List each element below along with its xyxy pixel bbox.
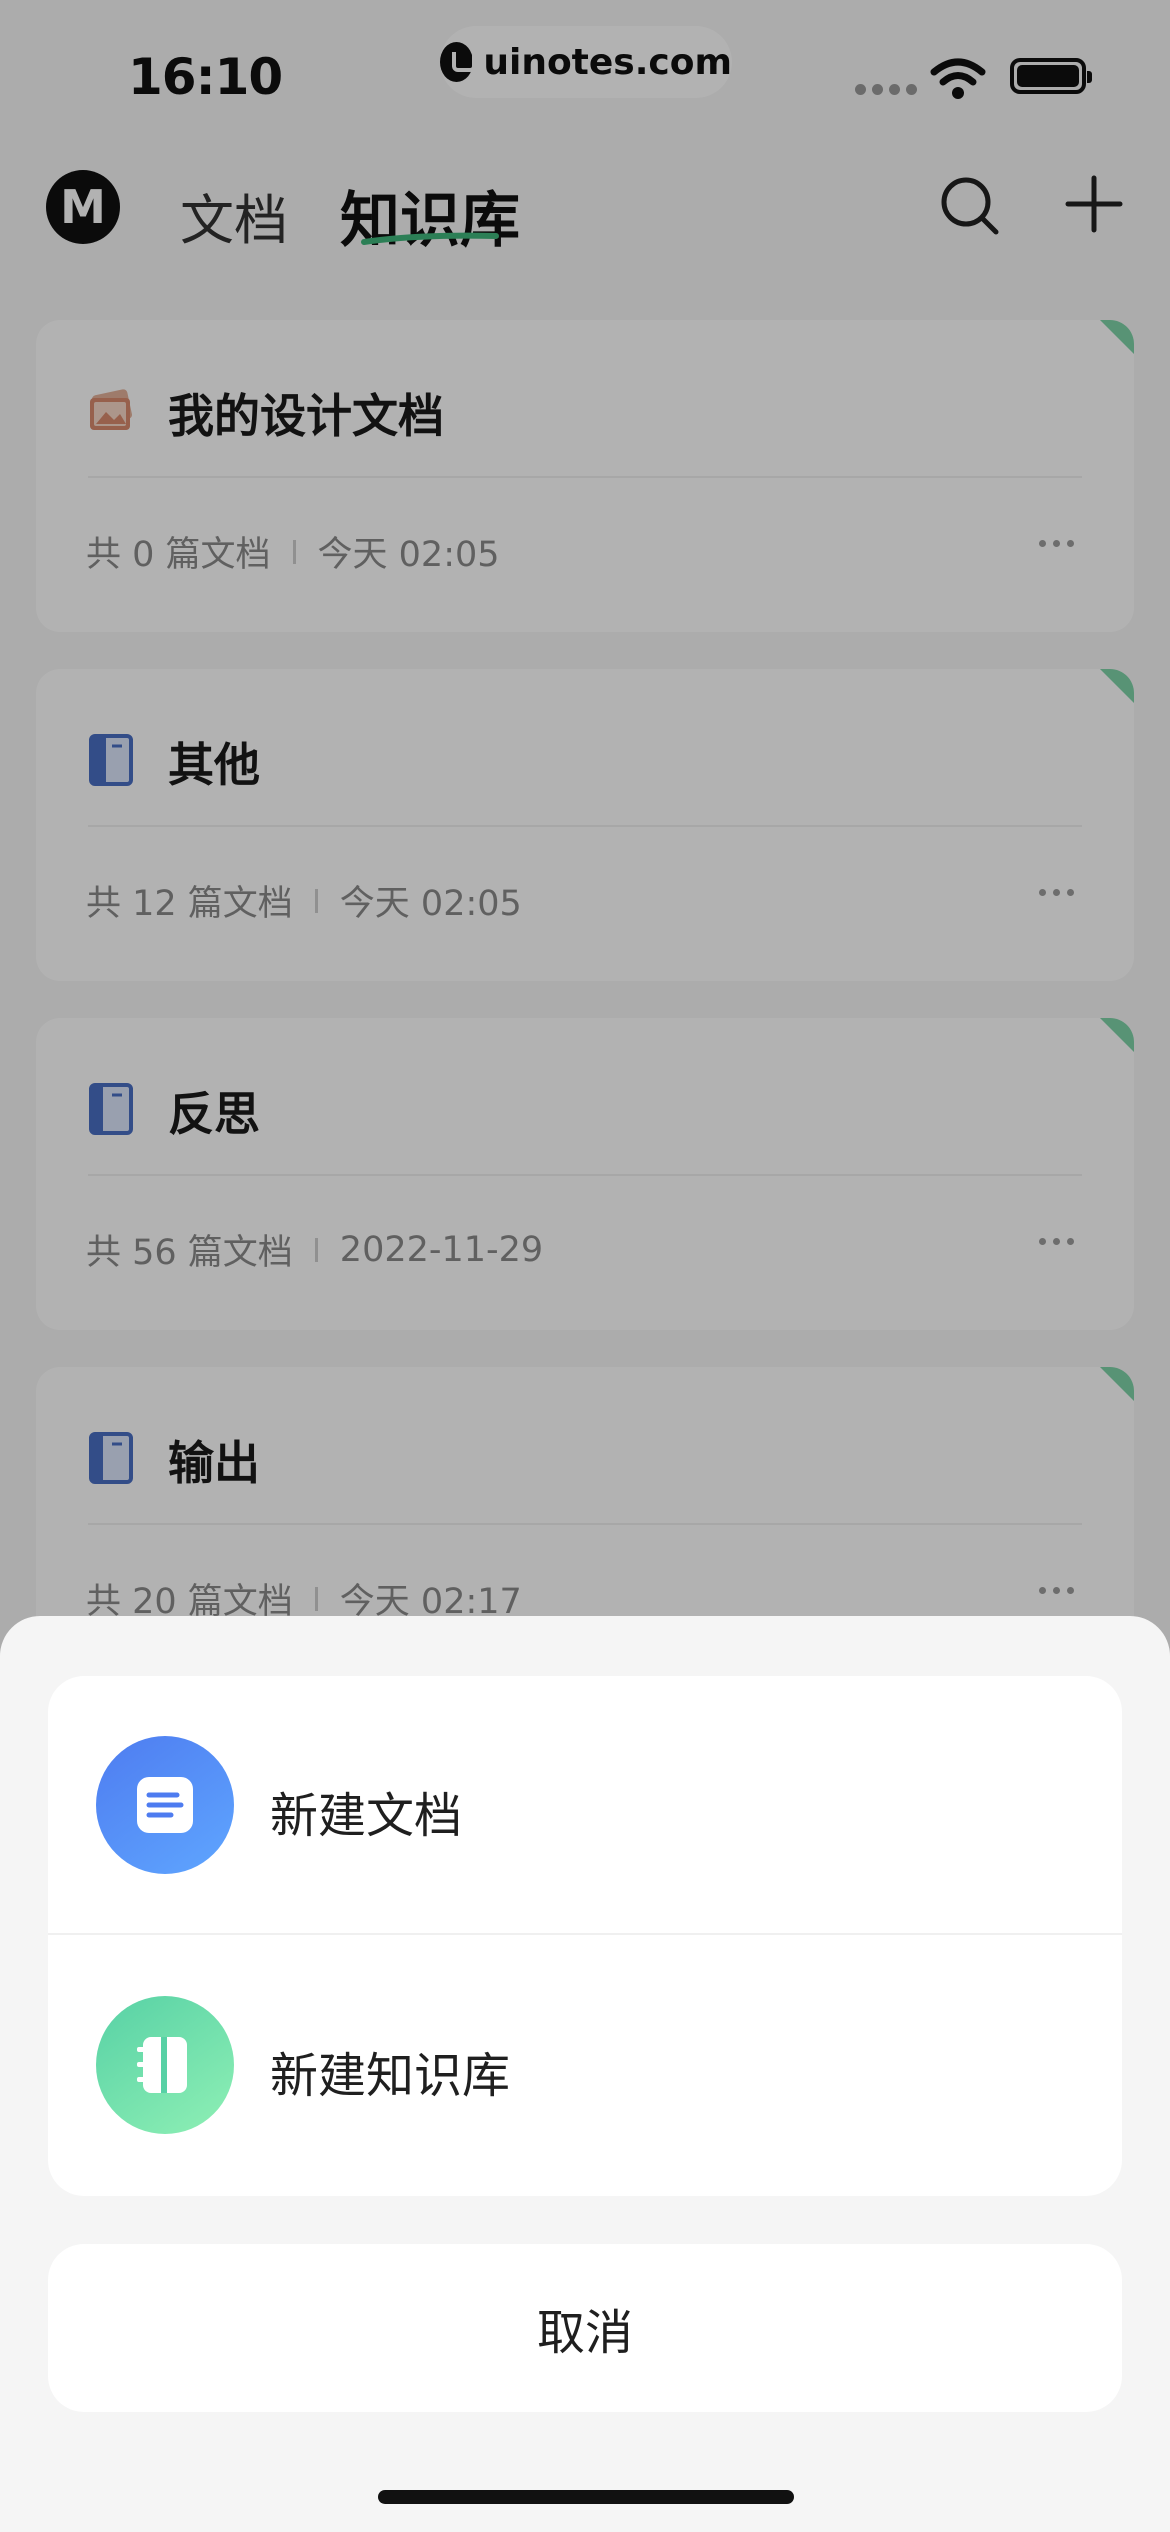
document-icon — [96, 1736, 234, 1874]
home-indicator — [378, 2490, 794, 2504]
new-document-button[interactable]: 新建文档 — [48, 1676, 1122, 1935]
cancel-button[interactable]: 取消 — [48, 2244, 1122, 2412]
new-knowledge-base-button[interactable]: 新建知识库 — [48, 1936, 1122, 2195]
app-screen: 16:10 uinotes.com M 文档 知识库 我的设计文档 共 0 篇文… — [0, 0, 1170, 2532]
notebook-icon — [96, 1996, 234, 2134]
action-group: 新建文档 新建知识库 — [48, 1676, 1122, 2196]
action-sheet: 新建文档 新建知识库 取消 — [0, 1616, 1170, 2532]
new-document-label: 新建文档 — [270, 1788, 463, 1844]
new-knowledge-base-label: 新建知识库 — [270, 2048, 511, 2104]
